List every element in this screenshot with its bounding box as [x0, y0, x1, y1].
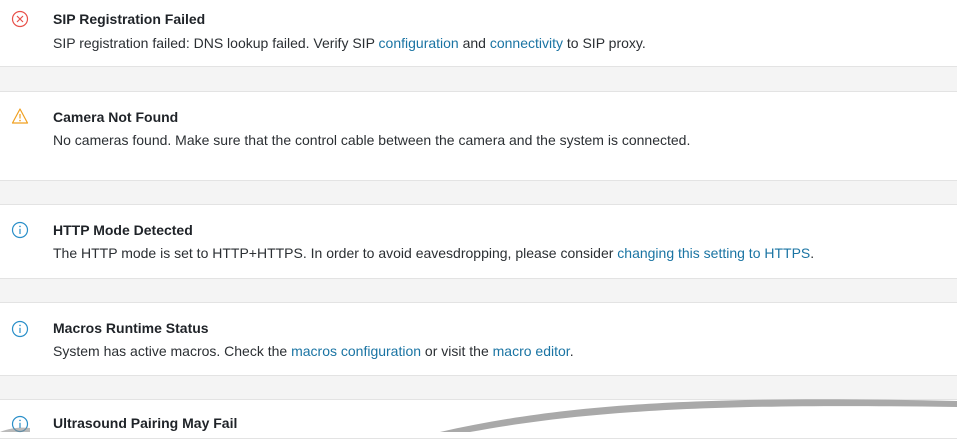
alert-message: SIP registration failed: DNS lookup fail…	[53, 35, 646, 51]
alert-title: HTTP Mode Detected	[53, 222, 193, 238]
connectivity-link[interactable]: connectivity	[490, 35, 563, 51]
alert-message: System has active macros. Check the macr…	[53, 343, 574, 359]
alert-card-ultrasound: Ultrasound Pairing May Fail	[0, 399, 957, 439]
change-to-https-link[interactable]: changing this setting to HTTPS	[617, 245, 810, 261]
message-text: to SIP proxy.	[563, 35, 646, 51]
message-text: .	[810, 245, 815, 261]
message-text: System has active macros. Check the	[53, 343, 292, 359]
alert-message: No cameras found. Make sure that the con…	[53, 132, 690, 148]
info-icon	[11, 320, 29, 338]
alert-card-sip: SIP Registration Failed SIP registration…	[0, 0, 957, 67]
alert-message: The HTTP mode is set to HTTP+HTTPS. In o…	[53, 245, 814, 261]
message-text: SIP registration failed: DNS lookup fail…	[53, 35, 379, 51]
alert-title: Camera Not Found	[53, 109, 179, 125]
info-icon	[11, 221, 29, 239]
message-text: .	[569, 343, 574, 359]
message-text: and	[458, 35, 490, 51]
alert-title: Macros Runtime Status	[53, 320, 209, 336]
macros-configuration-link[interactable]: macros configuration	[291, 343, 421, 359]
alert-title: SIP Registration Failed	[53, 11, 206, 27]
alert-card-http: HTTP Mode Detected The HTTP mode is set …	[0, 204, 957, 279]
macro-editor-link[interactable]: macro editor	[493, 343, 570, 359]
error-x-icon	[11, 10, 29, 28]
message-text: No cameras found. Make sure that the con…	[53, 132, 691, 148]
message-text: or visit the	[421, 343, 493, 359]
configuration-link[interactable]: configuration	[379, 35, 459, 51]
message-text: The HTTP mode is set to HTTP+HTTPS. In o…	[53, 245, 618, 261]
info-icon	[11, 415, 29, 433]
alert-title: Ultrasound Pairing May Fail	[53, 415, 238, 431]
alert-card-macros: Macros Runtime Status System has active …	[0, 302, 957, 376]
alert-card-camera: Camera Not Found No cameras found. Make …	[0, 91, 957, 181]
warning-triangle-icon	[11, 108, 29, 124]
